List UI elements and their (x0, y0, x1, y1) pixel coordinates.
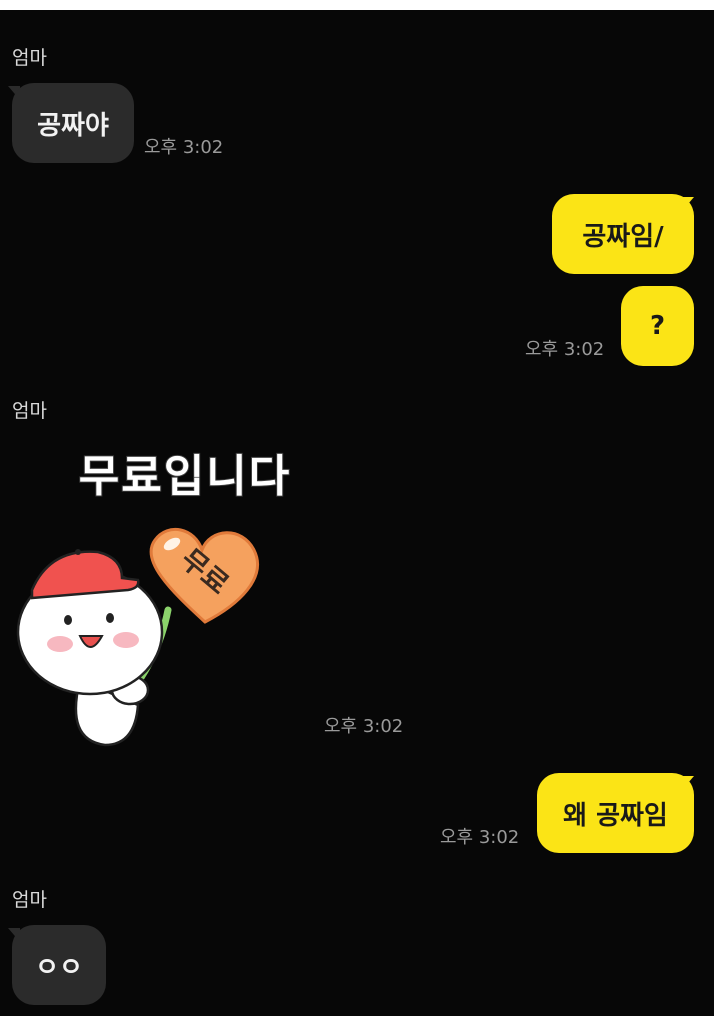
message-timestamp: 오후 3:02 (324, 716, 404, 737)
message-timestamp: 오후 3:02 (525, 339, 605, 360)
message-text: 공짜야 (37, 110, 109, 141)
sticker-character-icon: 무료 (16, 528, 260, 747)
sender-name: 엄마 (12, 889, 47, 911)
sender-name: 엄마 (12, 47, 47, 69)
message-text: ? (649, 311, 666, 341)
outgoing-message-bubble[interactable]: 왜 공짜임 (537, 773, 694, 853)
message-text: 왜 공짜임 (563, 800, 668, 831)
message-timestamp: 오후 3:02 (440, 827, 520, 848)
chat-room: 엄마 공짜야 오후 3:02 공짜임/ ? 오후 3:02 엄마 무료입니다 무… (0, 10, 714, 1016)
outgoing-message-bubble[interactable]: ? (621, 286, 694, 366)
sender-name: 엄마 (12, 400, 47, 422)
message-text: 공짜임/ (582, 221, 664, 252)
outgoing-message-bubble[interactable]: 공짜임/ (552, 194, 694, 274)
incoming-message-bubble[interactable]: ㅇㅇ (12, 925, 106, 1005)
message-text: ㅇㅇ (35, 952, 83, 983)
incoming-message-bubble[interactable]: 공짜야 (12, 83, 134, 163)
sticker-image[interactable]: 무료입니다 무료 (10, 440, 300, 750)
message-timestamp: 오후 3:02 (144, 137, 224, 158)
